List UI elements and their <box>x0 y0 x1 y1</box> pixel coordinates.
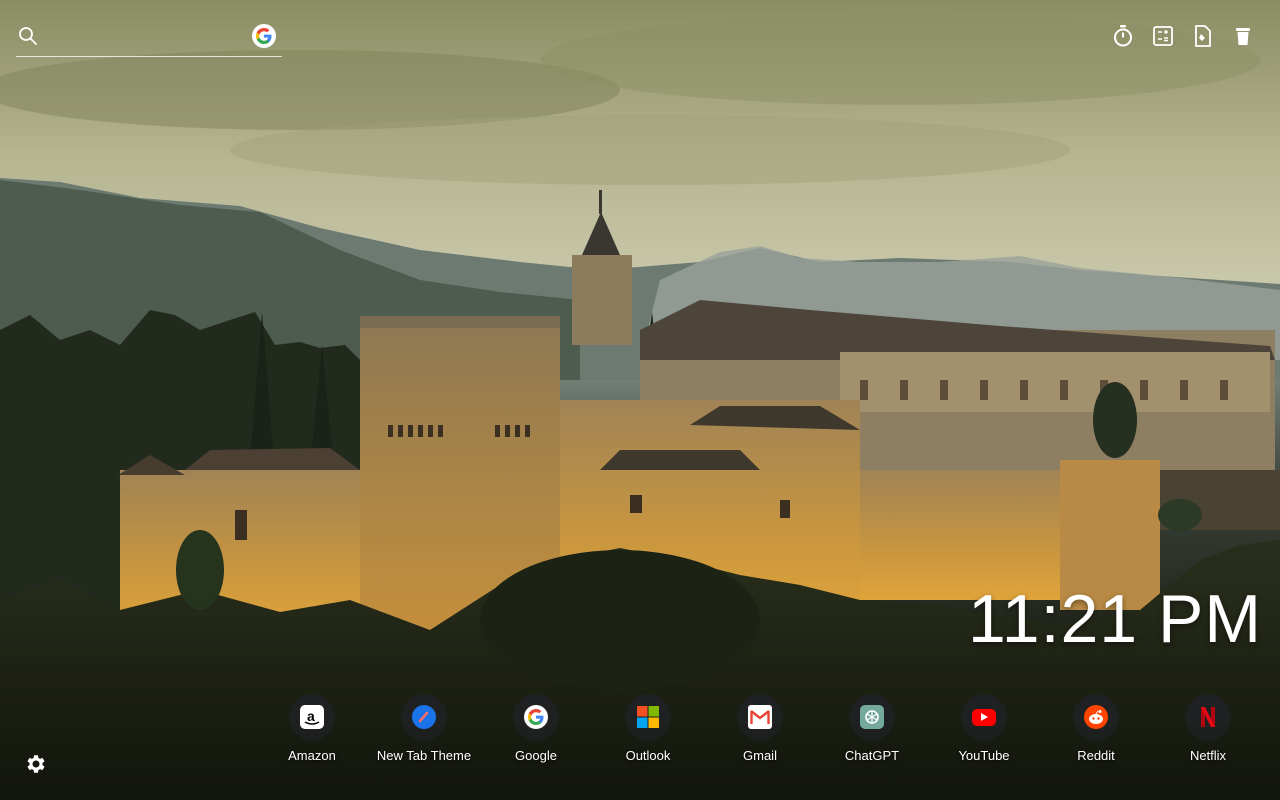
gear-icon[interactable] <box>24 752 48 776</box>
chatgpt-icon <box>849 694 895 740</box>
shortcut-amazon[interactable]: a Amazon <box>256 694 368 763</box>
shortcut-outlook[interactable]: Outlook <box>592 694 704 763</box>
outlook-icon <box>625 694 671 740</box>
google-icon <box>513 694 559 740</box>
shortcut-gmail[interactable]: Gmail <box>704 694 816 763</box>
shortcut-label: Outlook <box>625 748 671 763</box>
wallpaper <box>0 0 1280 800</box>
shortcut-chatgpt[interactable]: ChatGPT <box>816 694 928 763</box>
gmail-icon <box>737 694 783 740</box>
shortcut-label: YouTube <box>958 748 1010 763</box>
search-icon[interactable] <box>18 26 38 46</box>
calculator-icon[interactable] <box>1152 24 1174 48</box>
youtube-icon <box>961 694 1007 740</box>
toolbar <box>1112 24 1254 48</box>
svg-text:a: a <box>307 708 315 724</box>
shortcut-label: Amazon <box>288 748 336 763</box>
trash-icon[interactable] <box>1232 24 1254 48</box>
shortcut-google[interactable]: Google <box>480 694 592 763</box>
google-g-glyph <box>256 28 272 44</box>
wallpaper-scene <box>0 0 1280 800</box>
new-tab-theme-icon <box>401 694 447 740</box>
clock-time: 11:21 PM <box>967 581 1262 657</box>
timer-icon[interactable] <box>1112 24 1134 48</box>
reddit-icon <box>1073 694 1119 740</box>
shortcut-label: Google <box>515 748 557 763</box>
notes-icon[interactable] <box>1192 24 1214 48</box>
shortcut-label: Gmail <box>743 748 777 763</box>
amazon-icon: a <box>289 694 335 740</box>
search-bar[interactable] <box>16 22 282 57</box>
search-input[interactable] <box>48 24 232 52</box>
google-icon[interactable] <box>252 24 276 48</box>
shortcut-label: ChatGPT <box>844 748 900 763</box>
shortcut-new-tab-theme[interactable]: New Tab Theme <box>368 694 480 763</box>
shortcut-reddit[interactable]: Reddit <box>1040 694 1152 763</box>
shortcut-label: Netflix <box>1189 748 1227 763</box>
shortcut-netflix[interactable]: Netflix <box>1152 694 1264 763</box>
shortcut-label: Reddit <box>1077 748 1115 763</box>
shortcut-label: New Tab Theme <box>376 748 472 763</box>
netflix-icon <box>1185 694 1231 740</box>
shortcut-youtube[interactable]: YouTube <box>928 694 1040 763</box>
shortcut-list: a Amazon New Tab Theme Google Outlook Gm… <box>256 694 1264 763</box>
